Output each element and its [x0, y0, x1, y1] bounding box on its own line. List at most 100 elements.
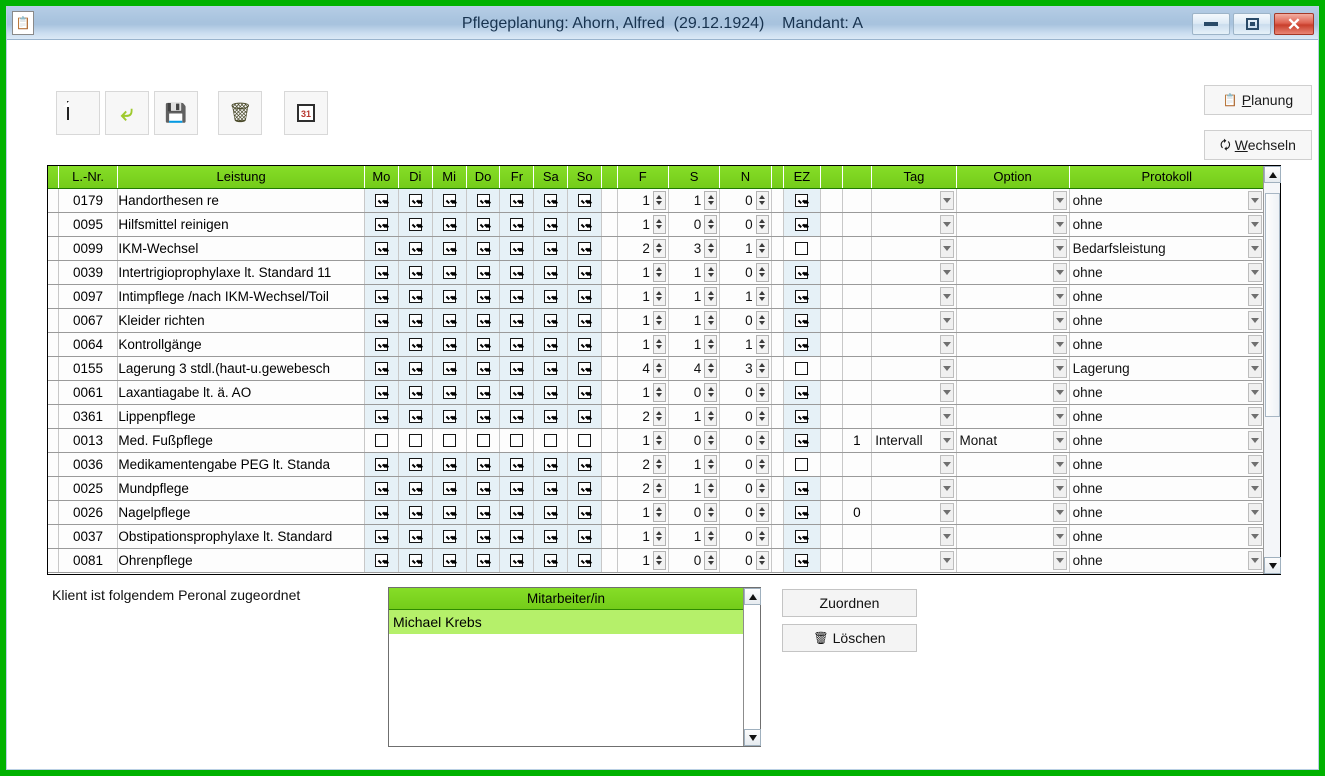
- f-spinner[interactable]: 2: [618, 237, 668, 260]
- s-spinner[interactable]: 1: [669, 285, 719, 308]
- cell-ez[interactable]: [783, 308, 820, 332]
- s-spinner-arrows[interactable]: [704, 311, 717, 330]
- cell-day-di[interactable]: [398, 356, 432, 380]
- f-spinner[interactable]: 1: [618, 381, 668, 404]
- grid-vertical-scrollbar[interactable]: [1263, 166, 1280, 574]
- s-spinner[interactable]: 1: [669, 477, 719, 500]
- f-spinner[interactable]: 1: [618, 501, 668, 524]
- day-checkbox-wrap[interactable]: [568, 285, 601, 308]
- cell-day-fr[interactable]: [500, 356, 534, 380]
- n-spinner[interactable]: 0: [720, 429, 770, 452]
- cell-f[interactable]: 1: [617, 524, 668, 548]
- checkbox-icon[interactable]: [477, 266, 490, 279]
- protokoll-combobox[interactable]: ohne: [1070, 525, 1263, 548]
- checkbox-icon[interactable]: [443, 314, 456, 327]
- f-spinner-arrows[interactable]: [653, 191, 666, 210]
- n-spinner[interactable]: 0: [720, 501, 770, 524]
- cell-count[interactable]: [842, 524, 872, 548]
- day-checkbox-wrap[interactable]: [399, 189, 432, 212]
- cell-day-so[interactable]: [568, 332, 602, 356]
- cell-day-mo[interactable]: [364, 428, 398, 452]
- cell-day-mi[interactable]: [432, 260, 466, 284]
- checkbox-icon[interactable]: [477, 482, 490, 495]
- row-selector[interactable]: [48, 452, 58, 476]
- cell-count[interactable]: [842, 188, 872, 212]
- cell-n[interactable]: 0: [720, 476, 771, 500]
- chevron-down-icon[interactable]: [940, 503, 954, 522]
- checkbox-icon[interactable]: [477, 218, 490, 231]
- n-spinner[interactable]: 1: [720, 237, 770, 260]
- cell-ez[interactable]: [783, 332, 820, 356]
- checkbox-icon[interactable]: [578, 554, 591, 567]
- cell-n[interactable]: 0: [720, 500, 771, 524]
- cell-f[interactable]: 1: [617, 428, 668, 452]
- f-spinner[interactable]: 1: [618, 213, 668, 236]
- checkbox-icon[interactable]: [795, 434, 808, 447]
- day-checkbox-wrap[interactable]: [534, 237, 567, 260]
- day-checkbox-wrap[interactable]: [534, 549, 567, 572]
- checkbox-icon[interactable]: [544, 482, 557, 495]
- checkbox-icon[interactable]: [443, 458, 456, 471]
- cell-option[interactable]: [956, 548, 1069, 572]
- cell-day-so[interactable]: [568, 476, 602, 500]
- checkbox-icon[interactable]: [544, 242, 557, 255]
- cell-s[interactable]: 1: [668, 524, 719, 548]
- day-checkbox-wrap[interactable]: [399, 453, 432, 476]
- cell-protokoll[interactable]: ohne: [1069, 524, 1263, 548]
- cell-n[interactable]: 0: [720, 212, 771, 236]
- day-checkbox-wrap[interactable]: [568, 525, 601, 548]
- chevron-down-icon[interactable]: [1248, 191, 1262, 210]
- day-checkbox-wrap[interactable]: [568, 477, 601, 500]
- cell-ez[interactable]: [783, 500, 820, 524]
- cell-day-do[interactable]: [466, 332, 500, 356]
- n-spinner-arrows[interactable]: [756, 551, 769, 570]
- day-checkbox-wrap[interactable]: [399, 549, 432, 572]
- cell-protokoll[interactable]: ohne: [1069, 428, 1263, 452]
- row-selector[interactable]: [48, 524, 58, 548]
- cell-option[interactable]: [956, 188, 1069, 212]
- day-checkbox-wrap[interactable]: [534, 189, 567, 212]
- checkbox-icon[interactable]: [375, 434, 388, 447]
- day-checkbox-wrap[interactable]: [534, 333, 567, 356]
- s-spinner[interactable]: 3: [669, 237, 719, 260]
- cell-day-fr[interactable]: [500, 212, 534, 236]
- n-spinner[interactable]: 1: [720, 285, 770, 308]
- f-spinner[interactable]: 1: [618, 309, 668, 332]
- chevron-down-icon[interactable]: [940, 407, 954, 426]
- day-checkbox-wrap[interactable]: [399, 213, 432, 236]
- cell-option[interactable]: [956, 356, 1069, 380]
- day-checkbox-wrap[interactable]: [500, 309, 533, 332]
- day-checkbox-wrap[interactable]: [399, 429, 432, 452]
- cell-tag[interactable]: [872, 260, 956, 284]
- cell-n[interactable]: 0: [720, 188, 771, 212]
- cell-day-so[interactable]: [568, 260, 602, 284]
- n-spinner-arrows[interactable]: [756, 479, 769, 498]
- option-combobox[interactable]: [957, 525, 1069, 548]
- cell-option[interactable]: Monat: [956, 428, 1069, 452]
- checkbox-icon[interactable]: [477, 290, 490, 303]
- cell-option[interactable]: [956, 500, 1069, 524]
- cell-count[interactable]: [842, 356, 872, 380]
- day-checkbox-wrap[interactable]: [399, 501, 432, 524]
- checkbox-icon[interactable]: [409, 290, 422, 303]
- chevron-down-icon[interactable]: [940, 191, 954, 210]
- day-checkbox-wrap[interactable]: [433, 549, 466, 572]
- n-spinner-arrows[interactable]: [756, 359, 769, 378]
- day-checkbox-wrap[interactable]: [568, 309, 601, 332]
- cell-day-sa[interactable]: [534, 308, 568, 332]
- table-row[interactable]: 0039Intertrigioprophylaxe lt. Standard 1…: [48, 260, 1263, 284]
- table-row[interactable]: 0064Kontrollgänge111ohne: [48, 332, 1263, 356]
- day-checkbox-wrap[interactable]: [568, 213, 601, 236]
- ez-checkbox-wrap[interactable]: [784, 285, 820, 308]
- row-selector[interactable]: [48, 356, 58, 380]
- n-spinner-arrows[interactable]: [756, 335, 769, 354]
- checkbox-icon[interactable]: [544, 290, 557, 303]
- cell-option[interactable]: [956, 308, 1069, 332]
- day-checkbox-wrap[interactable]: [467, 429, 500, 452]
- checkbox-icon[interactable]: [375, 506, 388, 519]
- table-row[interactable]: 0025Mundpflege210ohne: [48, 476, 1263, 500]
- checkbox-icon[interactable]: [578, 530, 591, 543]
- checkbox-icon[interactable]: [578, 242, 591, 255]
- cell-protokoll[interactable]: ohne: [1069, 404, 1263, 428]
- ez-checkbox-wrap[interactable]: [784, 309, 820, 332]
